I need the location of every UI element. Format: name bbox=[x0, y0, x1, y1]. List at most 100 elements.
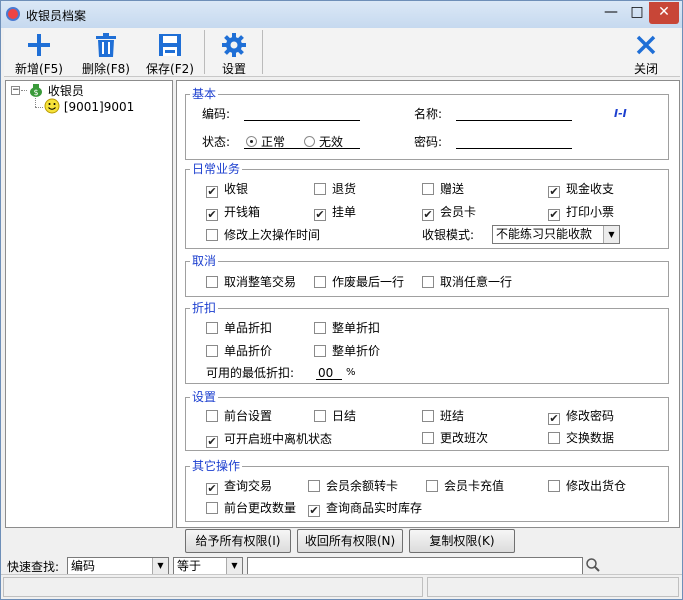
checkbox-other-1[interactable]: 会员余额转卡 bbox=[308, 479, 398, 493]
checkbox-daily-4[interactable]: ✔ 开钱箱 bbox=[206, 205, 260, 221]
tree-node-root[interactable]: $ 收银员 bbox=[28, 82, 84, 99]
checkbox-label: 修改密码 bbox=[566, 409, 615, 423]
search-input[interactable] bbox=[247, 557, 583, 575]
checkbox-daily-8[interactable]: 修改上次操作时间 bbox=[206, 228, 320, 242]
svg-text:$: $ bbox=[33, 88, 38, 97]
tree-connector bbox=[35, 107, 43, 108]
checkbox-cancel-1[interactable]: 作废最后一行 bbox=[314, 275, 404, 289]
checkbox-discount-1[interactable]: 整单折扣 bbox=[314, 321, 380, 335]
tree-connector bbox=[21, 90, 27, 91]
window-close-icon[interactable]: ✕ bbox=[649, 2, 679, 24]
checkbox-unchecked-icon bbox=[206, 322, 218, 334]
checkbox-settings-2[interactable]: 班结 bbox=[422, 409, 464, 423]
checkbox-unchecked-icon bbox=[206, 229, 218, 241]
checkbox-label: 取消任意一行 bbox=[440, 275, 513, 289]
code-field[interactable] bbox=[244, 105, 360, 121]
plus-icon bbox=[28, 34, 50, 56]
checkbox-other-0[interactable]: ✔ 查询交易 bbox=[206, 479, 272, 495]
checkbox-other-5[interactable]: ✔ 查询商品实时库存 bbox=[308, 501, 422, 517]
checkbox-daily-3[interactable]: ✔ 现金收支 bbox=[548, 182, 614, 198]
close-button[interactable]: 关闭 bbox=[622, 28, 670, 76]
add-button-label: 新增(F5) bbox=[15, 62, 63, 76]
settings-button[interactable]: 设置 bbox=[210, 28, 258, 76]
toolbar: 新增(F5) 删除(F8) 保存(F2) 设置 关闭 bbox=[4, 28, 680, 77]
status-underline bbox=[244, 133, 360, 149]
money-bag-icon: $ bbox=[30, 84, 42, 97]
name-field[interactable] bbox=[456, 105, 572, 121]
cashier-profile-window: 收银员档案 — □ ✕ 新增(F5) 删除(F8) 保存(F2) 设置 关闭 −… bbox=[0, 0, 683, 600]
checkbox-label: 现金收支 bbox=[566, 182, 615, 196]
trash-icon bbox=[96, 33, 116, 57]
checkbox-label: 挂单 bbox=[332, 205, 357, 219]
checkbox-unchecked-icon bbox=[422, 410, 434, 422]
checkbox-unchecked-icon bbox=[314, 410, 326, 422]
checkbox-other-2[interactable]: 会员卡充值 bbox=[426, 479, 504, 493]
checkbox-unchecked-icon bbox=[308, 480, 320, 492]
checkbox-checked-icon: ✔ bbox=[314, 208, 326, 221]
checkbox-checked-icon: ✔ bbox=[422, 208, 434, 221]
checkbox-daily-1[interactable]: 退货 bbox=[314, 182, 356, 196]
grant-all-button[interactable]: 给予所有权限(I) bbox=[185, 529, 291, 553]
checkbox-unchecked-icon bbox=[422, 432, 434, 444]
name-label: 名称: bbox=[414, 107, 443, 121]
maximize-icon[interactable]: □ bbox=[623, 2, 651, 24]
checkbox-label: 作废最后一行 bbox=[332, 275, 405, 289]
settings-button-label: 设置 bbox=[221, 62, 246, 76]
password-field[interactable] bbox=[456, 133, 572, 149]
checkbox-settings-0[interactable]: 前台设置 bbox=[206, 409, 272, 423]
search-operator-select[interactable]: 等于 ▼ bbox=[173, 557, 243, 575]
add-button[interactable]: 新增(F5) bbox=[6, 28, 72, 76]
checkbox-settings-1[interactable]: 日结 bbox=[314, 409, 356, 423]
checkbox-unchecked-icon bbox=[206, 410, 218, 422]
checkbox-daily-6[interactable]: ✔ 会员卡 bbox=[422, 205, 476, 221]
app-icon bbox=[6, 7, 20, 21]
checkbox-daily-7[interactable]: ✔ 打印小票 bbox=[548, 205, 614, 221]
minimize-icon[interactable]: — bbox=[597, 2, 625, 24]
group-basic: 基本 编码: 名称: I-I 状态: 正常 无效 密码: bbox=[185, 87, 669, 160]
checkbox-label: 会员余额转卡 bbox=[326, 479, 399, 493]
checkbox-daily-0[interactable]: ✔ 收银 bbox=[206, 182, 248, 198]
delete-button[interactable]: 删除(F8) bbox=[74, 28, 138, 76]
tree-collapse-icon[interactable]: − bbox=[11, 86, 20, 95]
chevron-down-icon: ▼ bbox=[152, 558, 168, 574]
tree-node-cashier[interactable]: [9001]9001 bbox=[44, 98, 134, 114]
group-other-title: 其它操作 bbox=[190, 459, 243, 473]
checkbox-cancel-2[interactable]: 取消任意一行 bbox=[422, 275, 512, 289]
copy-permissions-button[interactable]: 复制权限(K) bbox=[409, 529, 515, 553]
checkbox-unchecked-icon bbox=[314, 276, 326, 288]
checkbox-unchecked-icon bbox=[206, 276, 218, 288]
floppy-icon bbox=[159, 34, 181, 56]
close-button-label: 关闭 bbox=[633, 62, 658, 76]
save-button[interactable]: 保存(F2) bbox=[140, 28, 200, 76]
checkbox-discount-3[interactable]: 整单折价 bbox=[314, 344, 380, 358]
checkbox-label: 交换数据 bbox=[566, 431, 615, 445]
checkbox-daily-2[interactable]: 赠送 bbox=[422, 182, 464, 196]
checkbox-settings-4[interactable]: ✔ 可开启班中离机状态 bbox=[206, 432, 332, 448]
chevron-down-icon: ▼ bbox=[226, 558, 242, 574]
checkbox-daily-5[interactable]: ✔ 挂单 bbox=[314, 205, 356, 221]
checkbox-discount-2[interactable]: 单品折价 bbox=[206, 344, 272, 358]
min-discount-field[interactable]: 00 bbox=[316, 364, 342, 380]
search-field-select[interactable]: 编码 ▼ bbox=[67, 557, 169, 575]
cash-mode-select[interactable]: 不能练习只能收款 ▼ bbox=[492, 225, 620, 244]
checkbox-label: 取消整笔交易 bbox=[224, 275, 297, 289]
checkbox-label: 前台更改数量 bbox=[224, 501, 297, 515]
checkbox-settings-3[interactable]: ✔ 修改密码 bbox=[548, 409, 614, 425]
search-icon[interactable] bbox=[585, 557, 603, 575]
checkbox-discount-0[interactable]: 单品折扣 bbox=[206, 321, 272, 335]
status-cell-main bbox=[3, 577, 423, 597]
checkbox-other-4[interactable]: 前台更改数量 bbox=[206, 501, 296, 515]
checkbox-unchecked-icon bbox=[422, 183, 434, 195]
tree-root-label: 收银员 bbox=[47, 84, 84, 98]
checkbox-other-3[interactable]: 修改出货仓 bbox=[548, 479, 626, 493]
checkbox-cancel-0[interactable]: 取消整笔交易 bbox=[206, 275, 296, 289]
min-discount-unit: % bbox=[346, 367, 356, 378]
checkbox-settings-6[interactable]: 交换数据 bbox=[548, 431, 614, 445]
checkbox-checked-icon: ✔ bbox=[548, 208, 560, 221]
permission-panel: 基本 编码: 名称: I-I 状态: 正常 无效 密码: 日常业务 ✔ 收银 退货 赠… bbox=[176, 80, 680, 528]
checkbox-checked-icon: ✔ bbox=[206, 185, 218, 198]
checkbox-label: 整单折价 bbox=[332, 344, 381, 358]
revoke-all-button[interactable]: 收回所有权限(N) bbox=[297, 529, 403, 553]
checkbox-settings-5[interactable]: 更改班次 bbox=[422, 431, 488, 445]
window-title: 收银员档案 bbox=[26, 9, 87, 23]
